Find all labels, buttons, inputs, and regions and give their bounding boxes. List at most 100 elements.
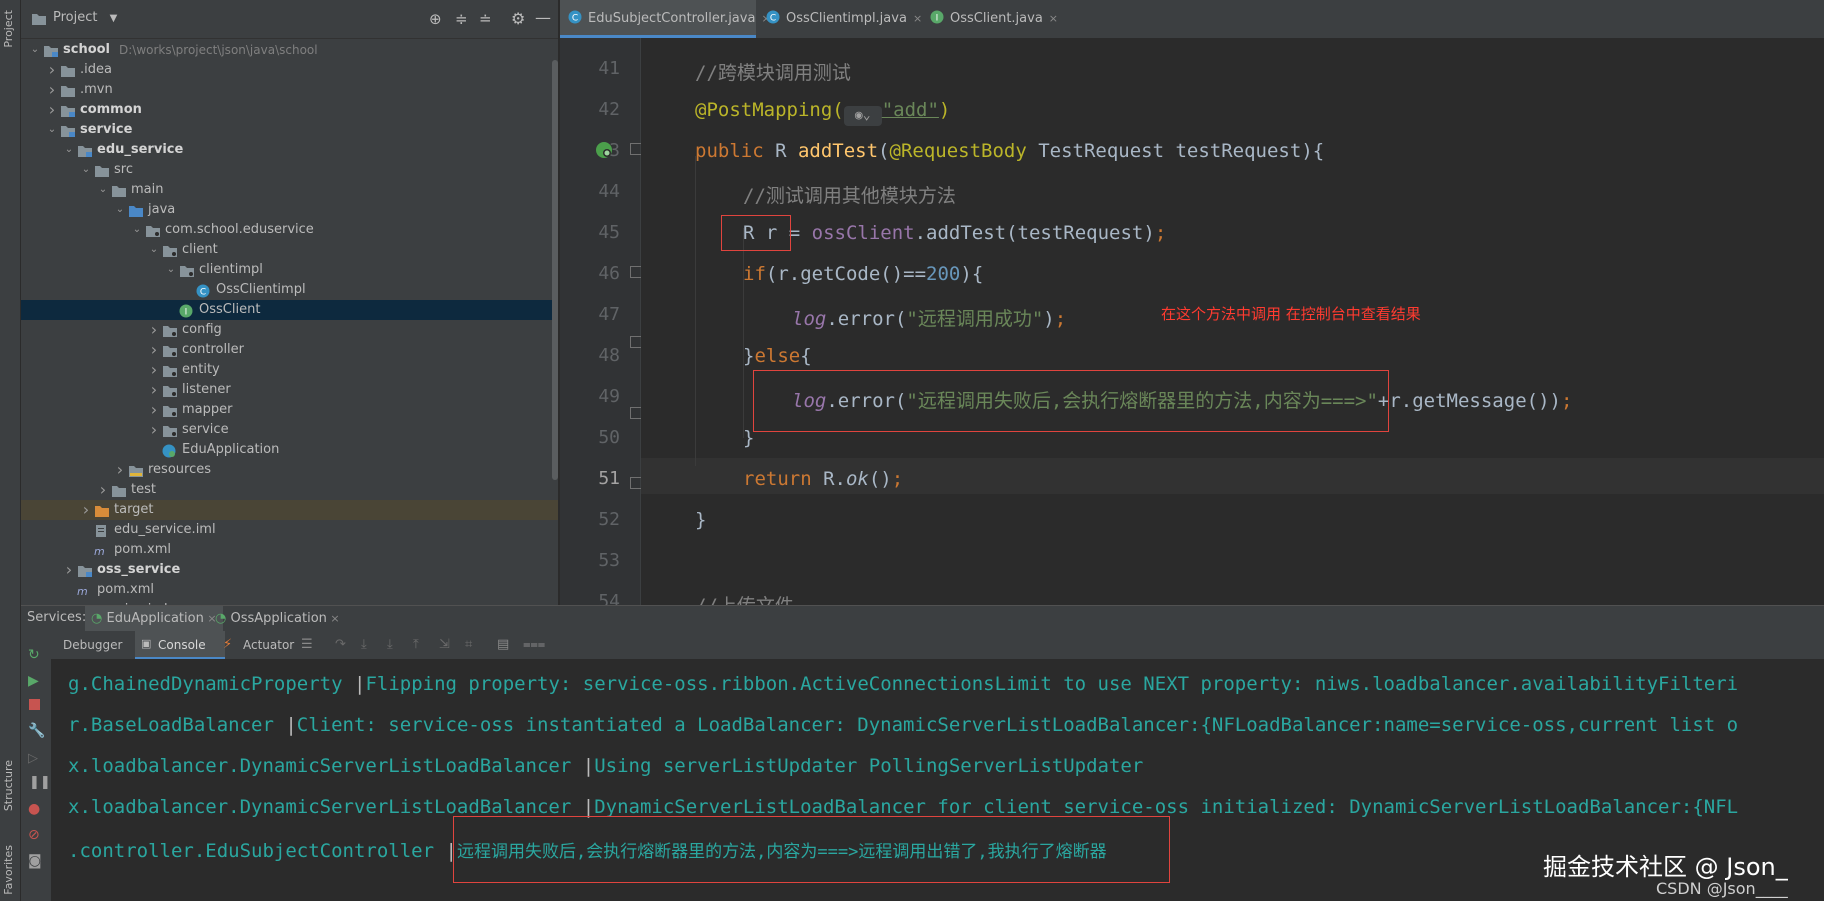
tree-item[interactable]: ⌄ main [21, 180, 558, 200]
wrench-icon[interactable]: 🔧 [28, 723, 45, 739]
code-line-51: return R.ok(); [743, 468, 904, 490]
console-tab[interactable]: ▣ Console [135, 631, 225, 659]
step-out-icon[interactable]: ⤒ [413, 637, 419, 652]
rerun-icon[interactable]: ↻ [28, 647, 40, 663]
tree-item[interactable]: › .idea [21, 60, 558, 80]
actuator-tab[interactable]: Actuator [243, 638, 294, 652]
tree-item[interactable]: › mapper [21, 400, 558, 420]
chevron-right-icon[interactable]: › [46, 60, 58, 80]
menu-icon[interactable]: ☰ [301, 637, 313, 652]
project-view-selector[interactable]: Project ▼ [53, 10, 117, 25]
tree-item-label: edu_service [97, 142, 184, 157]
service-tab[interactable]: ◔ OssApplication × [209, 606, 346, 632]
structure-tool-button[interactable]: Structure [2, 760, 15, 811]
collapse-all-icon[interactable]: ≐ [479, 10, 492, 28]
gear-icon[interactable]: ⚙ [511, 9, 525, 28]
tree-item[interactable]: ⌄ school D:\works\project\json\java\school [21, 40, 558, 60]
tree-item[interactable]: › oss_service [21, 560, 558, 580]
chevron-down-icon[interactable]: ⌄ [114, 200, 126, 220]
hide-icon[interactable]: — [535, 8, 551, 27]
run-to-cursor-icon[interactable]: ⇲ [439, 637, 450, 652]
tree-item[interactable]: ⌄ client [21, 240, 558, 260]
favorites-tool-button[interactable]: Favorites [2, 845, 15, 895]
globe-icon[interactable]: ◉⌄ [843, 106, 882, 126]
editor-tab[interactable]: C OssClientimpl.java × [758, 0, 922, 38]
tree-item[interactable]: › common [21, 100, 558, 120]
chevron-right-icon[interactable]: › [97, 480, 109, 500]
chevron-down-icon[interactable]: ⌄ [80, 160, 92, 180]
resume-icon[interactable]: ▶ [28, 673, 39, 689]
tree-item[interactable]: › .mvn [21, 80, 558, 100]
chevron-right-icon[interactable]: › [148, 380, 160, 400]
tree-item[interactable]: ⌄ edu_service [21, 140, 558, 160]
stop-icon[interactable] [29, 699, 40, 710]
chevron-right-icon[interactable]: › [63, 560, 75, 580]
chevron-right-icon[interactable]: › [148, 400, 160, 420]
chevron-down-icon[interactable]: ⌄ [165, 260, 177, 280]
spring-endpoint-icon[interactable] [594, 140, 614, 160]
chevron-down-icon[interactable]: ⌄ [148, 240, 160, 260]
chevron-right-icon[interactable]: › [80, 500, 92, 520]
chevron-down-icon[interactable]: ⌄ [63, 140, 75, 160]
tree-item[interactable]: ⌄ src [21, 160, 558, 180]
tree-item[interactable]: › controller [21, 340, 558, 360]
chevron-right-icon[interactable]: › [46, 100, 58, 120]
chevron-down-icon[interactable]: ⌄ [97, 180, 109, 200]
force-step-into-icon[interactable]: ⤓ [387, 637, 393, 652]
mute-breakpoints-icon[interactable]: ⊘ [28, 827, 40, 843]
camera-icon[interactable]: ◙ [28, 853, 42, 869]
settings-list-icon[interactable]: ⩶ [523, 637, 545, 652]
console-output[interactable]: g.ChainedDynamicProperty |Flipping prope… [51, 659, 1824, 901]
code-editor[interactable]: //跨模块调用测试 @PostMapping(◉⌄ "add") public R… [641, 38, 1824, 605]
chevron-right-icon[interactable]: › [148, 360, 160, 380]
tree-item[interactable]: › service [21, 420, 558, 440]
tree-item[interactable]: I OssClient [21, 300, 558, 320]
step-over-icon[interactable]: ↷ [335, 637, 346, 652]
chevron-right-icon[interactable]: › [148, 320, 160, 340]
folder-icon [111, 484, 127, 498]
close-icon[interactable]: × [913, 12, 922, 25]
package-icon [162, 424, 178, 438]
tree-item[interactable]: › listener [21, 380, 558, 400]
tree-item[interactable]: C OssClientimpl [21, 280, 558, 300]
tree-item[interactable]: ⌄ service [21, 120, 558, 140]
editor-tab[interactable]: C EduSubjectController.java × [560, 0, 771, 38]
close-icon[interactable]: × [1049, 12, 1058, 25]
tree-item[interactable]: EduApplication [21, 440, 558, 460]
tree-scrollbar[interactable] [552, 60, 558, 480]
tree-item[interactable]: edu_service.iml [21, 520, 558, 540]
editor-tab[interactable]: I OssClient.java × [922, 0, 1058, 38]
project-tool-button[interactable]: Project [2, 10, 15, 48]
evaluate-icon[interactable]: ⌗ [465, 637, 472, 652]
chevron-right-icon[interactable]: › [148, 340, 160, 360]
tree-item[interactable]: m pom.xml [21, 540, 558, 560]
chevron-right-icon[interactable]: › [46, 80, 58, 100]
tree-item[interactable]: › test [21, 480, 558, 500]
resume-program-icon[interactable]: ▷ [28, 751, 38, 766]
step-into-icon[interactable]: ⤓ [361, 637, 367, 652]
chevron-right-icon[interactable]: › [148, 420, 160, 440]
view-breakpoints-icon[interactable]: ● [28, 801, 40, 817]
debugger-tab[interactable]: Debugger [63, 638, 122, 652]
expand-all-icon[interactable]: ≑ [455, 10, 468, 28]
tree-item[interactable]: › config [21, 320, 558, 340]
close-icon[interactable]: × [327, 612, 339, 625]
service-tab[interactable]: ◔ EduApplication × [85, 606, 223, 632]
tree-item[interactable]: ⌄ clientimpl [21, 260, 558, 280]
chevron-down-icon[interactable]: ⌄ [46, 120, 58, 140]
frames-icon[interactable]: ▤ [497, 637, 509, 652]
locate-icon[interactable]: ⊕ [429, 10, 442, 28]
pause-icon[interactable]: ❚❚ [29, 775, 51, 790]
package-icon [162, 384, 178, 398]
tree-item[interactable]: › target [21, 500, 558, 520]
tree-item[interactable]: ⌄ com.school.eduservice [21, 220, 558, 240]
tree-item[interactable]: ⌄ java [21, 200, 558, 220]
chevron-right-icon[interactable]: › [114, 460, 126, 480]
tree-item[interactable]: m pom.xml [21, 580, 558, 600]
services-side-toolbar: ↻ ▶ 🔧 ▷ ❚❚ ● ⊘ ◙ [21, 631, 51, 901]
chevron-down-icon[interactable]: ⌄ [131, 220, 143, 240]
tree-item[interactable]: › resources [21, 460, 558, 480]
code-line-43: public R addTest(@RequestBody TestReques… [695, 140, 1325, 162]
tree-item[interactable]: › entity [21, 360, 558, 380]
chevron-down-icon[interactable]: ⌄ [29, 40, 41, 60]
